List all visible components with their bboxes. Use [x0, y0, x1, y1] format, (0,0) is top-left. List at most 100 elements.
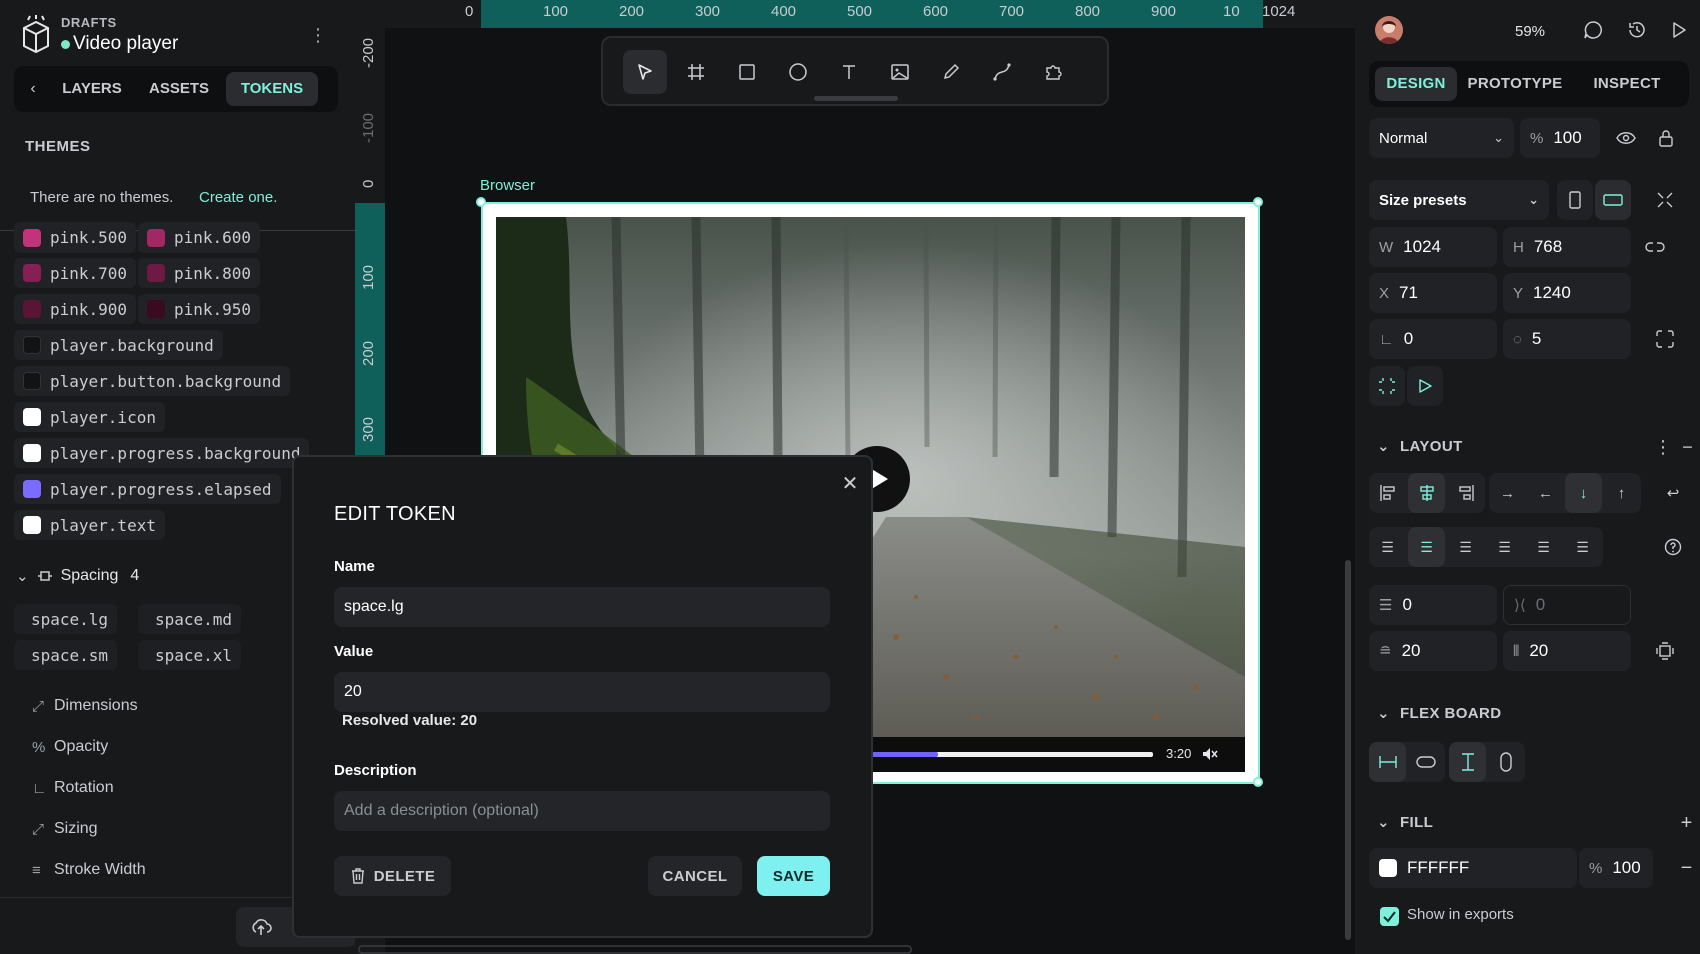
lock-icon[interactable] — [1648, 118, 1684, 158]
token-pill[interactable]: pink.500 — [14, 222, 137, 253]
help-icon[interactable] — [1655, 527, 1691, 567]
remove-fill-icon[interactable]: − — [1673, 848, 1700, 888]
landscape-orientation-icon[interactable] — [1595, 180, 1631, 220]
arrow-up-icon[interactable]: ↑ — [1603, 473, 1640, 513]
token-pill[interactable]: pink.800 — [138, 258, 261, 288]
token-pill[interactable]: player.progress.elapsed — [14, 474, 281, 504]
independent-corners-icon[interactable] — [1647, 319, 1683, 359]
cancel-button[interactable]: CANCEL — [648, 856, 742, 896]
show-in-view-mode-icon[interactable] — [1407, 366, 1443, 406]
token-pill[interactable]: space.md — [138, 604, 242, 634]
layout-section-title[interactable]: ⌄ LAYOUT — [1377, 437, 1463, 455]
image-tool[interactable] — [878, 50, 922, 94]
token-pill[interactable]: pink.600 — [138, 222, 261, 253]
rotation-field[interactable]: ∟ 0 — [1369, 319, 1497, 359]
text-tool[interactable] — [827, 50, 871, 94]
description-field[interactable]: Add a description (optional) — [334, 791, 830, 831]
token-pill[interactable]: player.background — [14, 330, 223, 360]
category-sizing[interactable]: ⤢ Sizing — [32, 820, 98, 838]
comments-icon[interactable] — [1581, 18, 1605, 42]
save-button[interactable]: SAVE — [757, 856, 830, 896]
arrow-right-icon[interactable]: → — [1489, 473, 1526, 513]
token-pill[interactable]: space.sm — [14, 640, 118, 670]
align-center-icon[interactable] — [1408, 473, 1445, 513]
name-field[interactable]: space.lg — [334, 587, 830, 627]
justify-center-icon[interactable]: ☰ — [1408, 527, 1445, 567]
fill-section-title[interactable]: ⌄ FILL — [1377, 813, 1433, 831]
vertical-padding-field[interactable]: ≘ 20 — [1369, 631, 1497, 671]
tab-prototype[interactable]: PROTOTYPE — [1463, 67, 1567, 101]
justify-end-icon[interactable]: ☰ — [1447, 527, 1484, 567]
category-dimensions[interactable]: ⤢ Dimensions — [32, 697, 138, 715]
arrow-down-icon[interactable]: ↓ — [1565, 473, 1602, 513]
move-tool[interactable] — [623, 50, 667, 94]
horizontal-padding-field[interactable]: ⫴ 20 — [1503, 631, 1631, 671]
radius-field[interactable]: ◌ 5 — [1503, 319, 1631, 359]
zoom-level[interactable]: 59% — [1515, 23, 1545, 40]
blend-mode-select[interactable]: Normal ⌄ — [1369, 118, 1514, 158]
opacity-field[interactable]: % 100 — [1520, 118, 1600, 158]
category-opacity[interactable]: % Opacity — [32, 738, 108, 756]
justify-start-icon[interactable]: ☰ — [1369, 527, 1406, 567]
resize-handle[interactable] — [476, 197, 486, 207]
token-pill[interactable]: space.xl — [138, 640, 242, 670]
plugins-tool[interactable] — [1031, 50, 1075, 94]
present-play-icon[interactable] — [1667, 18, 1691, 42]
fixed-height-icon[interactable] — [1449, 742, 1486, 782]
arrow-left-icon[interactable]: ← — [1527, 473, 1564, 513]
token-pill[interactable]: player.progress.background — [14, 438, 310, 468]
fit-content-icon[interactable] — [1647, 180, 1683, 220]
rectangle-tool[interactable] — [725, 50, 769, 94]
token-pill[interactable]: player.icon — [14, 402, 165, 432]
tab-inspect[interactable]: INSPECT — [1573, 67, 1681, 101]
fit-height-icon[interactable] — [1487, 742, 1524, 782]
justify-between-icon[interactable]: ☰ — [1486, 527, 1523, 567]
height-field[interactable]: H 768 — [1503, 227, 1631, 267]
resize-handle[interactable] — [1253, 777, 1263, 787]
ellipse-tool[interactable] — [776, 50, 820, 94]
add-fill-icon[interactable]: + — [1673, 803, 1700, 843]
create-theme-link[interactable]: Create one. — [199, 189, 277, 206]
fixed-width-icon[interactable] — [1369, 742, 1406, 782]
history-icon[interactable] — [1625, 18, 1649, 42]
tab-assets[interactable]: ASSETS — [138, 72, 220, 106]
pencil-tool[interactable] — [929, 50, 973, 94]
tab-design[interactable]: DESIGN — [1375, 67, 1457, 101]
link-proportions-icon[interactable] — [1637, 227, 1673, 267]
flex-board-section-title[interactable]: ⌄ FLEX BOARD — [1377, 704, 1501, 722]
token-pill[interactable]: pink.950 — [138, 294, 261, 324]
path-tool[interactable] — [980, 50, 1024, 94]
portrait-orientation-icon[interactable] — [1557, 180, 1593, 220]
fit-width-icon[interactable] — [1407, 742, 1444, 782]
justify-evenly-icon[interactable]: ☰ — [1564, 527, 1601, 567]
category-stroke-width[interactable]: ≡ Stroke Width — [32, 861, 146, 879]
row-gap-field[interactable]: ☰ 0 — [1369, 585, 1497, 625]
board-name-label[interactable]: Browser — [480, 177, 535, 194]
category-rotation[interactable]: ∟ Rotation — [32, 779, 114, 797]
toolbar-drag-handle[interactable] — [814, 96, 898, 101]
volume-muted-icon[interactable] — [1202, 747, 1218, 761]
width-field[interactable]: W 1024 — [1369, 227, 1497, 267]
wrap-icon[interactable]: ↩ — [1655, 473, 1691, 513]
close-icon[interactable]: ✕ — [838, 472, 862, 496]
collapse-back-icon[interactable]: ‹ — [22, 78, 44, 100]
delete-button[interactable]: DELETE — [334, 856, 451, 896]
avatar[interactable] — [1375, 16, 1403, 44]
resize-handle[interactable] — [1253, 197, 1263, 207]
visibility-eye-icon[interactable] — [1608, 118, 1644, 158]
value-field[interactable]: 20 — [334, 672, 830, 712]
x-position-field[interactable]: X 71 — [1369, 273, 1497, 313]
remove-layout-icon[interactable]: − — [1675, 427, 1700, 467]
token-pill[interactable]: pink.700 — [14, 258, 137, 288]
horizontal-scrollbar[interactable] — [355, 945, 1355, 954]
align-end-icon[interactable] — [1447, 473, 1484, 513]
fill-swatch[interactable] — [1379, 859, 1397, 877]
justify-around-icon[interactable]: ☰ — [1525, 527, 1562, 567]
tab-layers[interactable]: LAYERS — [52, 72, 132, 106]
fill-color-field[interactable]: FFFFFF — [1369, 848, 1577, 888]
token-pill[interactable]: space.lg — [14, 604, 118, 634]
token-pill[interactable]: player.button.background — [14, 366, 291, 396]
token-pill[interactable]: pink.900 — [14, 294, 137, 324]
spacing-group-header[interactable]: ⌄ Spacing 4 — [16, 567, 139, 585]
size-presets-select[interactable]: Size presets ⌄ — [1369, 180, 1549, 220]
